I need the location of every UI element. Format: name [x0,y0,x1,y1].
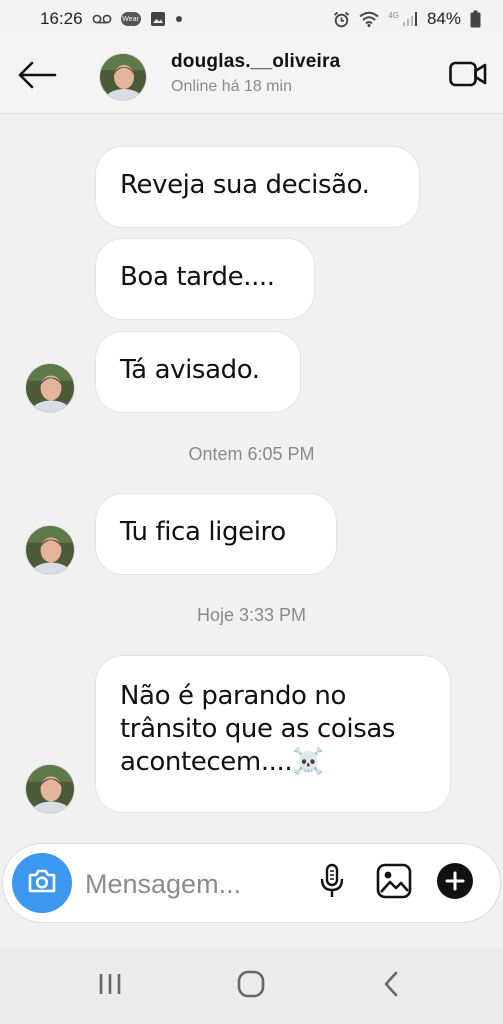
message-text: Boa tarde.... [120,262,275,292]
battery-percent: 84% [426,9,461,28]
message-bubble[interactable]: Tá avisado. [95,331,301,413]
back-button[interactable] [16,56,58,98]
online-status: Online há 18 min [171,78,292,95]
message-text-line: Não é parando no [120,681,347,711]
back-arrow-icon [17,61,57,94]
gallery-button[interactable] [374,863,414,903]
status-left: 16:26 Wear [40,9,183,29]
video-camera-icon [449,59,487,94]
microphone-icon [319,863,345,904]
image-icon [150,11,166,27]
status-time: 16:26 [40,9,83,28]
signal-icon [402,11,418,27]
message-bubble[interactable]: Boa tarde.... [95,238,315,320]
message-text-line: acontecem....☠️ [120,747,325,777]
voicemail-icon [92,12,112,26]
message-text: Tu fica ligeiro [120,517,286,547]
network-type: 4G [388,10,399,20]
home-button[interactable] [229,968,273,1004]
alarm-icon [333,11,350,28]
wear-icon: Wear [120,12,141,26]
timestamp: Hoje 3:33 PM [196,605,307,625]
dot-icon [175,15,183,23]
nav-back-button[interactable] [369,968,413,1004]
microphone-button[interactable] [312,863,352,903]
gallery-icon [376,863,412,904]
recent-apps-icon [97,972,123,1001]
username: douglas.__oliveira [171,51,341,72]
message-thread: Reveja sua decisão. Boa tarde.... Tá avi… [0,114,503,844]
sender-avatar[interactable] [25,764,75,814]
timestamp: Ontem 6:05 PM [188,444,315,464]
message-input[interactable] [85,862,295,906]
sender-avatar[interactable] [25,525,75,575]
plus-icon [436,862,474,905]
message-bubble[interactable]: Reveja sua decisão. [95,146,420,228]
camera-button[interactable] [12,853,72,913]
message-bubble[interactable]: Não é parando no trânsito que as coisas … [95,655,451,813]
message-text: Tá avisado. [120,355,260,385]
battery-icon [470,10,481,28]
back-icon [382,970,400,1003]
profile-avatar[interactable] [99,53,147,101]
message-bubble[interactable]: Tu fica ligeiro [95,493,337,575]
status-right: 4G 84% [333,9,481,29]
message-text-line: trânsito que as coisas [120,714,396,744]
header-text[interactable]: douglas.__oliveira Online há 18 min [171,51,340,96]
wifi-icon [359,11,379,27]
message-composer [2,843,501,923]
chat-header: douglas.__oliveira Online há 18 min [0,38,503,114]
home-icon [237,970,265,1003]
camera-icon [27,868,57,899]
sender-avatar[interactable] [25,363,75,413]
recent-apps-button[interactable] [88,968,132,1004]
video-call-button[interactable] [448,58,488,94]
more-button[interactable] [435,862,475,905]
status-bar: 16:26 Wear 4G 84% [0,0,503,38]
message-text: Reveja sua decisão. [120,170,370,200]
system-nav-bar [0,948,503,1024]
